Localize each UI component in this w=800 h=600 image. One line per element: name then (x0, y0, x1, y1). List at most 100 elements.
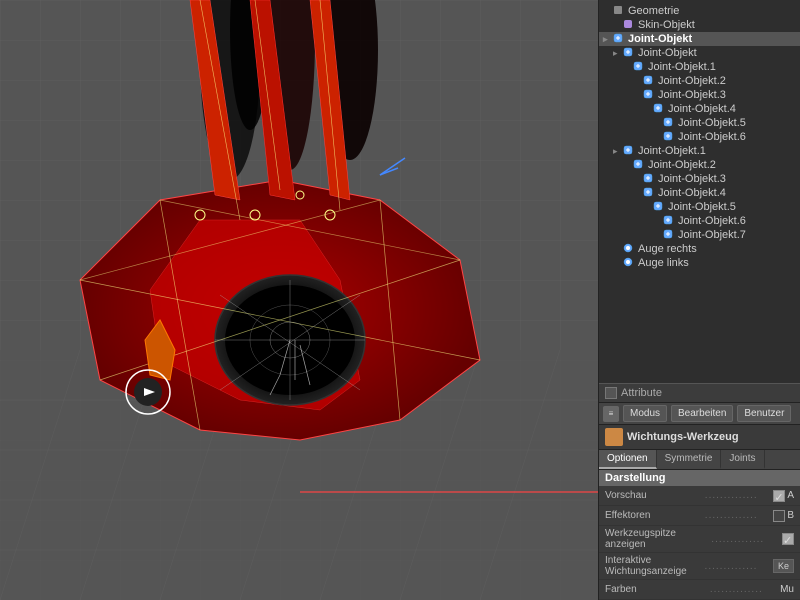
attribute-bar: Attribute (599, 383, 800, 403)
tree-item-joint-objekt-1-2[interactable]: Joint-Objekt.2 (599, 74, 800, 88)
eye-icon (623, 257, 635, 269)
tree-label-joint-objekt-1-3: Joint-Objekt.3 (658, 89, 726, 101)
tree-label-auge-rechts: Auge rechts (638, 243, 697, 255)
eye-icon (623, 243, 635, 255)
tool-icon (605, 428, 623, 446)
prop-button-3[interactable]: Ke (773, 559, 794, 573)
prop-dots-1: .............. (689, 510, 773, 521)
prop-dots-3: .............. (689, 561, 773, 572)
model-svg (0, 0, 598, 600)
tree-item-joint-objekt-1-1[interactable]: Joint-Objekt.1 (599, 60, 800, 74)
tree-item-joint-objekt-1-3[interactable]: Joint-Objekt.3 (599, 88, 800, 102)
prop-extra-0: A (787, 490, 794, 501)
prop-row-0: Vorschau .............. ✓A (599, 486, 800, 506)
joint-icon (613, 33, 625, 45)
joint-icon (663, 131, 675, 143)
joint-icon (643, 187, 655, 199)
tree-item-joint-objekt-2-6[interactable]: Joint-Objekt.6 (599, 214, 800, 228)
tree-item-auge-rechts[interactable]: Auge rechts (599, 242, 800, 256)
attribute-checkbox[interactable] (605, 387, 617, 399)
tree-item-auge-links[interactable]: Auge links (599, 256, 800, 270)
scene-tree[interactable]: GeometrieSkin-Objekt▸Joint-Objekt▸Joint-… (599, 0, 800, 383)
tree-item-joint-objekt-2-2[interactable]: Joint-Objekt.2 (599, 158, 800, 172)
tree-label-joint-objekt-2-7: Joint-Objekt.7 (678, 229, 746, 241)
prop-label-2: Werkzeugspitze anzeigen (605, 528, 694, 550)
menu-icon: ≡ (603, 406, 619, 422)
tab-toolbar: ≡ Modus Bearbeiten Benutzer (599, 403, 800, 425)
joint-icon (663, 229, 675, 241)
viewport[interactable] (0, 0, 598, 600)
tree-label-joint-objekt-1-4: Joint-Objekt.4 (668, 103, 736, 115)
joint-icon (643, 89, 655, 101)
tree-item-geometrie[interactable]: Geometrie (599, 4, 800, 18)
prop-checkbox-1[interactable] (773, 510, 785, 522)
joint-icon (643, 75, 655, 87)
section-title: Darstellung (599, 470, 800, 486)
tree-item-joint-objekt-child1[interactable]: ▸Joint-Objekt (599, 46, 800, 60)
joint-icon (653, 103, 665, 115)
prop-row-2: Werkzeugspitze anzeigen .............. ✓ (599, 526, 800, 553)
right-panel: GeometrieSkin-Objekt▸Joint-Objekt▸Joint-… (598, 0, 800, 600)
tree-item-joint-objekt-2-4[interactable]: Joint-Objekt.4 (599, 186, 800, 200)
tree-label-joint-objekt-2-6: Joint-Objekt.6 (678, 215, 746, 227)
skin-icon (623, 19, 635, 31)
prop-rows-container: Vorschau .............. ✓AEffektoren ...… (599, 486, 800, 600)
joint-icon (623, 145, 635, 157)
sub-tab-symmetrie[interactable]: Symmetrie (657, 450, 722, 469)
tree-item-joint-objekt-2-3[interactable]: Joint-Objekt.3 (599, 172, 800, 186)
main-layout: GeometrieSkin-Objekt▸Joint-Objekt▸Joint-… (0, 0, 800, 600)
tree-label-joint-objekt-2-2: Joint-Objekt.2 (648, 159, 716, 171)
sub-tab-optionen[interactable]: Optionen (599, 450, 657, 469)
prop-row-1: Effektoren .............. B (599, 506, 800, 526)
tree-label-joint-objekt-1-1: Joint-Objekt.1 (648, 61, 716, 73)
modus-button[interactable]: Modus (623, 405, 667, 422)
tree-item-joint-objekt-1-5[interactable]: Joint-Objekt.5 (599, 116, 800, 130)
tree-label-auge-links: Auge links (638, 257, 689, 269)
joint-icon (633, 159, 645, 171)
tree-label-joint-objekt-1-5: Joint-Objekt.5 (678, 117, 746, 129)
prop-value-4: Mu (780, 584, 794, 595)
tree-label-joint-objekt-1-6: Joint-Objekt.6 (678, 131, 746, 143)
prop-dots-4: .............. (693, 584, 781, 595)
tree-label-joint-objekt-child1: Joint-Objekt (638, 47, 697, 59)
prop-value-3: Ke (773, 559, 794, 573)
bearbeiten-button[interactable]: Bearbeiten (671, 405, 733, 422)
prop-checkbox-2[interactable]: ✓ (782, 533, 794, 545)
tree-item-joint-objekt-2-root[interactable]: ▸Joint-Objekt.1 (599, 144, 800, 158)
prop-row-4: Farben .............. Mu (599, 580, 800, 600)
prop-label-0: Vorschau (605, 490, 689, 501)
tree-item-joint-objekt-1-6[interactable]: Joint-Objekt.6 (599, 130, 800, 144)
prop-label-1: Effektoren (605, 510, 689, 521)
tool-info: Wichtungs-Werkzeug (599, 425, 800, 450)
sub-tab-joints[interactable]: Joints (721, 450, 764, 469)
prop-checkbox-0[interactable]: ✓ (773, 490, 785, 502)
prop-dots-2: .............. (694, 534, 783, 545)
joint-icon (623, 47, 635, 59)
benutzer-button[interactable]: Benutzer (737, 405, 791, 422)
tree-label-joint-objekt-1-2: Joint-Objekt.2 (658, 75, 726, 87)
attribute-label: Attribute (621, 387, 662, 399)
tree-item-joint-objekt-1-4[interactable]: Joint-Objekt.4 (599, 102, 800, 116)
tree-label-joint-objekt-2-4: Joint-Objekt.4 (658, 187, 726, 199)
tree-label-joint-objekt-2-5: Joint-Objekt.5 (668, 201, 736, 213)
geo-icon (613, 5, 625, 17)
tree-item-joint-objekt-root[interactable]: ▸Joint-Objekt (599, 32, 800, 46)
tree-label-joint-objekt-2-3: Joint-Objekt.3 (658, 173, 726, 185)
tree-label-joint-objekt-2-root: Joint-Objekt.1 (638, 145, 706, 157)
prop-dots-0: .............. (689, 490, 773, 501)
joint-icon (643, 173, 655, 185)
prop-text-4: Mu (780, 584, 794, 595)
tree-label-joint-objekt-root: Joint-Objekt (628, 33, 692, 45)
tree-item-joint-objekt-2-5[interactable]: Joint-Objekt.5 (599, 200, 800, 214)
prop-label-3: Interaktive Wichtungsanzeige (605, 555, 689, 577)
joint-icon (653, 201, 665, 213)
joint-icon (663, 215, 675, 227)
properties: Darstellung Vorschau .............. ✓AEf… (599, 470, 800, 600)
prop-label-4: Farben (605, 584, 693, 595)
prop-value-2: ✓ (782, 533, 794, 545)
tree-item-skin-objekt[interactable]: Skin-Objekt (599, 18, 800, 32)
prop-value-0: ✓A (773, 490, 794, 502)
tree-item-joint-objekt-2-7[interactable]: Joint-Objekt.7 (599, 228, 800, 242)
tree-label-skin-objekt: Skin-Objekt (638, 19, 695, 31)
sub-tabs: OptionenSymmetrieJoints (599, 450, 800, 470)
